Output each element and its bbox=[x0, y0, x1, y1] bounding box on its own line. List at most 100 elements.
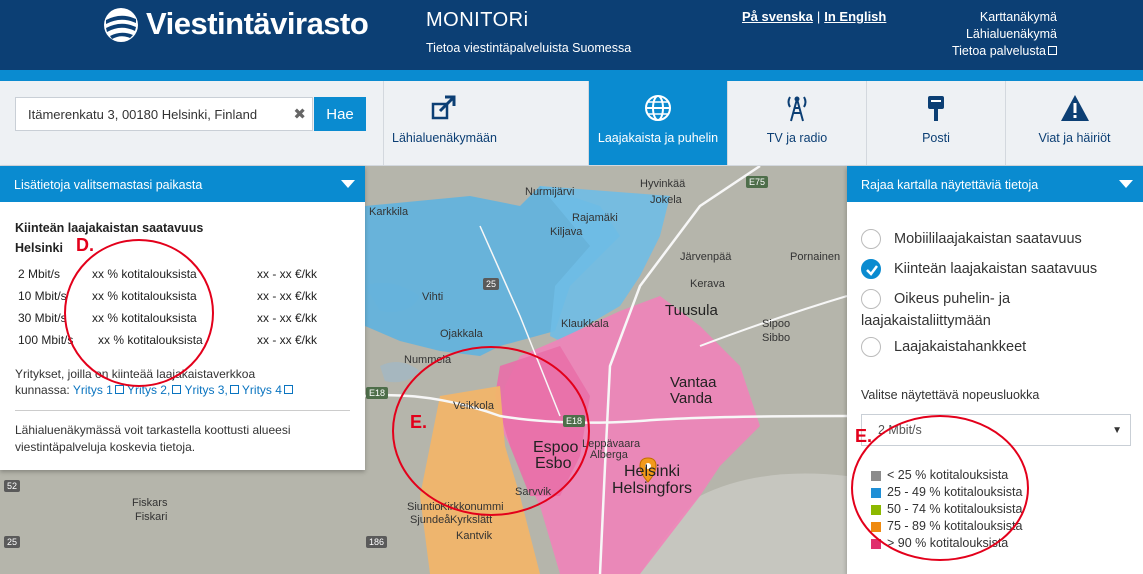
collapse-caret-icon[interactable] bbox=[341, 180, 355, 188]
legend-item: > 90 % kotitalouksista bbox=[871, 536, 1008, 552]
divider bbox=[15, 410, 350, 411]
local-view-link[interactable]: Lähialuenäkymä bbox=[952, 26, 1057, 43]
providers-intro: Yritykset, joilla on kiinteää laajakaist… bbox=[15, 367, 256, 381]
households-percent: xx % kotitalouksista bbox=[98, 333, 203, 347]
map-place-label: Kiljava bbox=[550, 226, 583, 238]
map-place-label: Jokela bbox=[650, 194, 682, 206]
map-filter-panel: Rajaa kartalla näytettäviä tietoja Mobii… bbox=[847, 166, 1143, 574]
map-place-label: Nummela bbox=[404, 354, 452, 366]
map-place-label: Kyrkslätt bbox=[450, 514, 493, 526]
map-place-label: Helsinki bbox=[624, 463, 681, 480]
option-universal-service[interactable]: Oikeus puhelin- ja laajakaistaliittymään bbox=[861, 288, 1137, 332]
map-place-label: Hyvinkää bbox=[640, 178, 686, 190]
about-service-link[interactable]: Tietoa palvelusta bbox=[952, 43, 1057, 60]
legend-swatch bbox=[871, 488, 881, 498]
option-label: Mobiililaajakaistan saatavuus bbox=[894, 231, 1082, 247]
local-view-info: Lähialuenäkymässä voit tarkastella koott… bbox=[15, 423, 291, 454]
tab-faults[interactable]: Viat ja häiriöt bbox=[1005, 81, 1143, 165]
map-place-label: Vihti bbox=[422, 291, 444, 303]
legend-label: > 90 % kotitalouksista bbox=[887, 536, 1009, 550]
legend-swatch bbox=[871, 539, 881, 549]
toolbar: ✖ Hae Lähialuenäkymään Laajakaista ja pu… bbox=[0, 81, 1143, 166]
view-links: Karttanäkymä Lähialuenäkymä Tietoa palve… bbox=[952, 9, 1057, 60]
annotation-label-e-map: E. bbox=[410, 412, 428, 432]
map-place-label: Nurmijärvi bbox=[525, 186, 575, 198]
map-filter-header[interactable]: Rajaa kartalla näytettäviä tietoja bbox=[847, 166, 1143, 202]
option-mobile-broadband[interactable]: Mobiililaajakaistan saatavuus bbox=[861, 228, 1137, 250]
legend-swatch bbox=[871, 471, 881, 481]
company-link[interactable]: Yritys 3, bbox=[184, 383, 227, 397]
language-links: På svenska | In English bbox=[742, 9, 886, 24]
speed-value: 10 Mbit/s bbox=[18, 289, 67, 303]
road-sign: E18 bbox=[366, 387, 389, 399]
map-place-label: Siuntio bbox=[407, 501, 441, 513]
map-place-label: Vanda bbox=[670, 390, 713, 407]
external-link-icon bbox=[172, 385, 182, 394]
location-info-header[interactable]: Lisätietoja valitsemastasi paikasta bbox=[0, 166, 365, 202]
address-search-input[interactable] bbox=[16, 98, 288, 130]
broadband-availability-title: Kiinteän laajakaistan saatavuus bbox=[15, 221, 204, 235]
app-title: MONITORi bbox=[426, 9, 529, 31]
warning-icon bbox=[1060, 93, 1090, 126]
about-service-label: Tietoa palvelusta bbox=[951, 44, 1046, 58]
tab-label: TV ja radio bbox=[766, 131, 828, 145]
tab-local-view[interactable]: Lähialuenäkymään bbox=[383, 81, 505, 165]
legend-item: 50 - 74 % kotitalouksista bbox=[871, 502, 1023, 518]
logo-wordmark[interactable]: Viestintävirasto bbox=[146, 6, 369, 42]
panel-title: Lisätietoja valitsemastasi paikasta bbox=[14, 178, 203, 192]
annotation-label-e-legend: E. bbox=[855, 426, 873, 446]
speed-class-select[interactable]: 2 Mbit/s ▼ bbox=[861, 414, 1131, 446]
road-sign: 52 bbox=[4, 480, 21, 492]
radio-button[interactable] bbox=[861, 337, 881, 357]
search-button[interactable]: Hae bbox=[314, 97, 366, 131]
map-place-label: Fiskari bbox=[135, 511, 168, 523]
map-place-label: Klaukkala bbox=[561, 318, 609, 330]
tab-post[interactable]: Posti bbox=[866, 81, 1005, 165]
select-value: 2 Mbit/s bbox=[878, 423, 922, 437]
radio-button[interactable] bbox=[861, 229, 881, 249]
map-place-label: Helsingfors bbox=[612, 480, 693, 497]
external-link-icon bbox=[283, 385, 293, 394]
households-percent: xx % kotitalouksista bbox=[92, 289, 197, 303]
legend-swatch bbox=[871, 505, 881, 515]
road-sign: E18 bbox=[563, 415, 586, 427]
map-place-label: Fiskars bbox=[132, 497, 168, 509]
option-fixed-broadband[interactable]: Kiinteän laajakaistan saatavuus bbox=[861, 258, 1137, 280]
map-place-label: Sipoo bbox=[762, 318, 791, 330]
lang-separator: | bbox=[816, 9, 821, 24]
tab-broadband-phone[interactable]: Laajakaista ja puhelin bbox=[588, 81, 727, 165]
collapse-caret-icon[interactable] bbox=[1119, 180, 1133, 188]
globe-logo-icon bbox=[102, 6, 140, 47]
search-box: ✖ bbox=[15, 97, 313, 131]
speed-row: 100 Mbit/s xx % kotitalouksista xx - xx … bbox=[18, 333, 338, 349]
speed-row: 30 Mbit/s xx % kotitalouksista xx - xx €… bbox=[18, 311, 338, 327]
mailbox-icon bbox=[921, 93, 951, 126]
speed-select-label: Valitse näytettävä nopeusluokka bbox=[861, 388, 1040, 402]
radio-button[interactable] bbox=[861, 289, 881, 309]
tab-label: Laajakaista ja puhelin bbox=[597, 131, 719, 145]
road-sign: 25 bbox=[4, 536, 21, 548]
map-place-label: Tuusula bbox=[665, 302, 718, 319]
option-label: Kiinteän laajakaistan saatavuus bbox=[894, 261, 1098, 277]
clear-search-icon[interactable]: ✖ bbox=[293, 105, 306, 123]
lang-english-link[interactable]: In English bbox=[824, 9, 886, 24]
providers-text: Yritykset, joilla on kiinteää laajakaist… bbox=[15, 366, 345, 398]
map-place-label: Järvenpää bbox=[680, 251, 732, 263]
price-range: xx - xx €/kk bbox=[257, 289, 318, 303]
map-view-link[interactable]: Karttanäkymä bbox=[952, 9, 1057, 26]
external-link-icon bbox=[229, 385, 239, 394]
company-link[interactable]: Yritys 1 bbox=[73, 383, 113, 397]
company-link[interactable]: Yritys 4 bbox=[242, 383, 282, 397]
map-place-label: Esbo bbox=[535, 455, 572, 472]
legend-label: 75 - 89 % kotitalouksista bbox=[887, 519, 1023, 533]
company-link[interactable]: Yritys 2, bbox=[127, 383, 170, 397]
legend-item: < 25 % kotitalouksista bbox=[871, 468, 1008, 484]
lang-swedish-link[interactable]: På svenska bbox=[742, 9, 813, 24]
radio-button-checked[interactable] bbox=[861, 259, 881, 279]
option-label: Laajakaistahankkeet bbox=[894, 339, 1027, 355]
tab-label: Viat ja häiriöt bbox=[1038, 131, 1111, 145]
road-sign: 25 bbox=[483, 278, 500, 290]
legend-label: 25 - 49 % kotitalouksista bbox=[887, 485, 1023, 499]
tab-tv-radio[interactable]: TV ja radio bbox=[727, 81, 866, 165]
option-broadband-projects[interactable]: Laajakaistahankkeet bbox=[861, 336, 1137, 358]
